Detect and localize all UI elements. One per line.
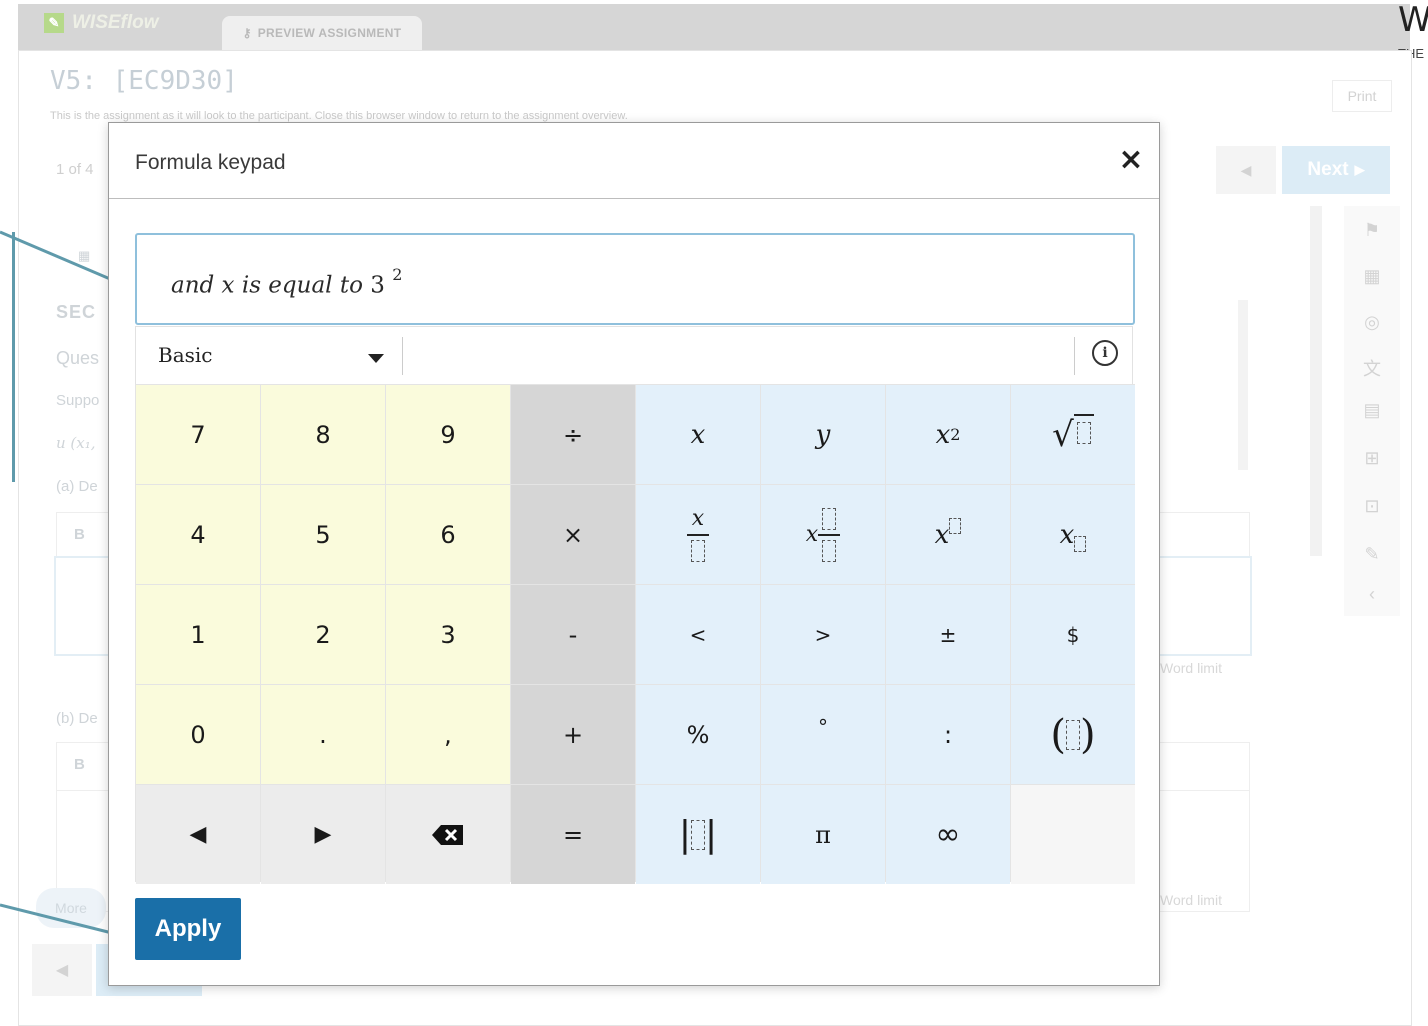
mixed-fraction-icon	[818, 507, 841, 562]
key-1[interactable]: 1	[136, 585, 260, 684]
x-squared-exponent: 2	[950, 425, 961, 444]
key-greater-than[interactable]: >	[761, 585, 885, 684]
close-icon[interactable]: ×	[1115, 141, 1147, 177]
keyboard-mode-select[interactable]: Basic	[158, 343, 212, 367]
placeholder-icon	[1066, 719, 1080, 750]
key-percent[interactable]: %	[636, 685, 760, 784]
key-square-root[interactable]: √	[1011, 385, 1135, 484]
key-8[interactable]: 8	[261, 385, 385, 484]
key-x[interactable]: x	[636, 385, 760, 484]
header-divider	[402, 337, 403, 375]
formula-text: and x is equal to	[171, 272, 363, 299]
key-y[interactable]: y	[761, 385, 885, 484]
apply-button[interactable]: Apply	[135, 898, 241, 960]
keypad-grid: 7 8 9 ÷ x y x2 √ 4 5 6 × x x x x 1 2 3 -…	[135, 384, 1135, 884]
fraction-numerator: x	[691, 505, 705, 531]
paren-close: )	[1080, 711, 1096, 758]
formula-base: 3	[370, 272, 385, 299]
key-parentheses[interactable]: ()	[1011, 685, 1135, 784]
x-squared-base: x	[935, 419, 951, 450]
key-2[interactable]: 2	[261, 585, 385, 684]
sqrt-icon: √	[1052, 414, 1074, 455]
formula-keypad-dialog: Formula keypad × and x is equal to 3 2 B…	[108, 122, 1160, 986]
key-degree[interactable]: °	[761, 685, 885, 784]
key-4[interactable]: 4	[136, 485, 260, 584]
key-power[interactable]: x	[886, 485, 1010, 584]
abs-open: |	[678, 814, 691, 855]
key-0[interactable]: 0	[136, 685, 260, 784]
subscript-base: x	[1059, 519, 1075, 550]
key-plus-minus[interactable]: ±	[886, 585, 1010, 684]
header-divider	[1074, 337, 1075, 375]
empty-key-slot	[1011, 785, 1135, 884]
placeholder-icon	[1074, 535, 1087, 552]
key-colon[interactable]: :	[886, 685, 1010, 784]
key-comma[interactable]: ,	[386, 685, 510, 784]
power-base: x	[934, 519, 950, 550]
keyboard-header: Basic i	[135, 326, 1133, 385]
formula-input[interactable]: and x is equal to 3 2	[135, 233, 1135, 325]
key-equals[interactable]: =	[511, 785, 635, 884]
key-subscript[interactable]: x	[1011, 485, 1135, 584]
key-3[interactable]: 3	[386, 585, 510, 684]
dialog-divider	[109, 198, 1159, 199]
key-absolute-value[interactable]: | |	[636, 785, 760, 884]
key-fraction[interactable]: x	[636, 485, 760, 584]
key-infinity[interactable]: ∞	[886, 785, 1010, 884]
key-mixed-fraction[interactable]: x	[761, 485, 885, 584]
key-x-squared[interactable]: x2	[886, 385, 1010, 484]
formula-expression: and x is equal to 3 2	[171, 265, 402, 299]
mixed-whole: x	[805, 522, 819, 547]
chevron-down-icon[interactable]	[368, 354, 384, 363]
key-multiply[interactable]: ×	[511, 485, 635, 584]
key-pi[interactable]: π	[761, 785, 885, 884]
key-backspace[interactable]	[386, 785, 510, 884]
key-decimal[interactable]: .	[261, 685, 385, 784]
key-less-than[interactable]: <	[636, 585, 760, 684]
placeholder-icon	[691, 819, 705, 850]
key-9[interactable]: 9	[386, 385, 510, 484]
placeholder-icon	[1073, 413, 1094, 448]
placeholder-icon	[949, 517, 962, 534]
backspace-icon	[432, 824, 463, 845]
key-minus[interactable]: -	[511, 585, 635, 684]
paren-open: (	[1050, 711, 1066, 758]
formula-exponent: 2	[392, 265, 403, 284]
key-7[interactable]: 7	[136, 385, 260, 484]
key-cursor-right[interactable]: ▶	[261, 785, 385, 884]
key-plus[interactable]: +	[511, 685, 635, 784]
key-6[interactable]: 6	[386, 485, 510, 584]
callout-line-apply	[0, 903, 125, 938]
abs-close: |	[705, 814, 718, 855]
key-divide[interactable]: ÷	[511, 385, 635, 484]
key-dollar[interactable]: $	[1011, 585, 1135, 684]
info-icon[interactable]: i	[1092, 340, 1118, 366]
callout-bracket	[0, 232, 15, 482]
dialog-title: Formula keypad	[135, 151, 286, 174]
key-cursor-left[interactable]: ◀	[136, 785, 260, 884]
fraction-icon: x	[687, 505, 709, 562]
key-5[interactable]: 5	[261, 485, 385, 584]
